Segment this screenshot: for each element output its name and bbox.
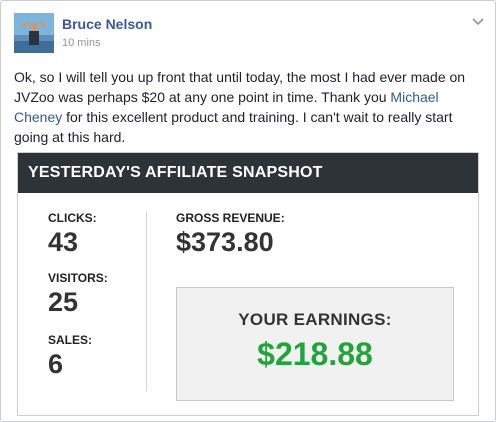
- visitors-value: 25: [48, 287, 79, 317]
- gross-revenue-value: $373.80: [176, 227, 274, 257]
- affiliate-snapshot-card[interactable]: YESTERDAY'S AFFILIATE SNAPSHOT CLICKS: 4…: [17, 152, 479, 416]
- chevron-down-icon[interactable]: [471, 13, 485, 26]
- snapshot-title: YESTERDAY'S AFFILIATE SNAPSHOT: [18, 153, 478, 193]
- visitors-label: VISITORS:: [48, 271, 108, 285]
- earnings-value: $218.88: [257, 336, 373, 372]
- clicks-label: CLICKS:: [48, 211, 97, 225]
- sales-label: SALES:: [48, 333, 93, 347]
- earnings-box: YOUR EARNINGS: $218.88: [176, 287, 454, 401]
- post-text: Ok, so I will tell you up front that unt…: [14, 67, 484, 147]
- divider: [146, 211, 147, 391]
- gross-revenue-label: GROSS REVENUE:: [176, 211, 285, 225]
- author-name[interactable]: Bruce Nelson: [62, 16, 152, 32]
- sales-value: 6: [48, 349, 64, 379]
- facebook-post: Bruce Nelson 10 mins Ok, so I will tell …: [0, 0, 496, 422]
- clicks-value: 43: [48, 227, 79, 257]
- post-text-part: for this excellent product and training.…: [14, 109, 453, 145]
- post-timestamp[interactable]: 10 mins: [62, 37, 101, 49]
- avatar[interactable]: [14, 13, 54, 53]
- earnings-label: YOUR EARNINGS:: [238, 310, 392, 329]
